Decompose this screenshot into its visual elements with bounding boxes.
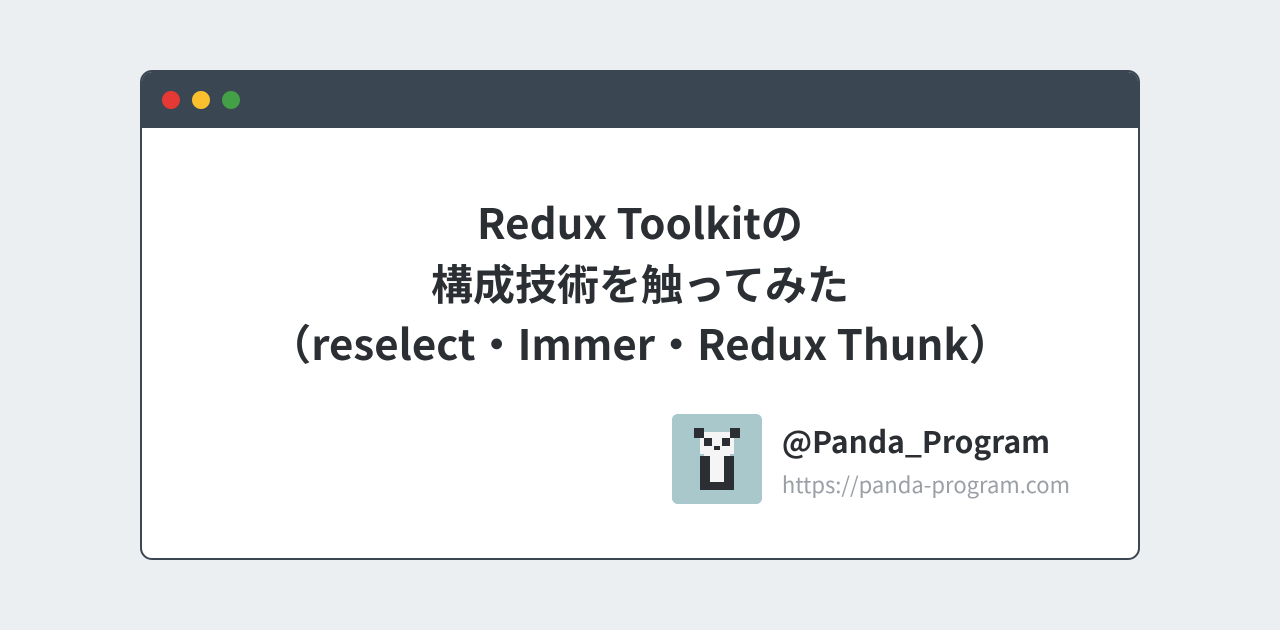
maximize-icon[interactable] xyxy=(222,91,240,109)
content-area: Redux Toolkitの 構成技術を触ってみた （reselect・Imme… xyxy=(142,128,1138,558)
author-info: @Panda_Program https://panda-program.com xyxy=(782,418,1070,500)
close-icon[interactable] xyxy=(162,91,180,109)
author-handle: @Panda_Program xyxy=(782,418,1070,462)
article-title: Redux Toolkitの 構成技術を触ってみた （reselect・Imme… xyxy=(202,192,1078,375)
title-line-3: （reselect・Immer・Redux Thunk） xyxy=(269,312,1011,373)
author-url[interactable]: https://panda-program.com xyxy=(782,468,1070,500)
author-block: @Panda_Program https://panda-program.com xyxy=(202,414,1078,504)
title-line-1: Redux Toolkitの xyxy=(477,191,803,252)
window-card: Redux Toolkitの 構成技術を触ってみた （reselect・Imme… xyxy=(140,70,1140,560)
avatar xyxy=(672,414,762,504)
minimize-icon[interactable] xyxy=(192,91,210,109)
title-line-2: 構成技術を触ってみた xyxy=(431,252,849,313)
title-bar xyxy=(142,72,1138,128)
panda-icon xyxy=(672,414,762,504)
